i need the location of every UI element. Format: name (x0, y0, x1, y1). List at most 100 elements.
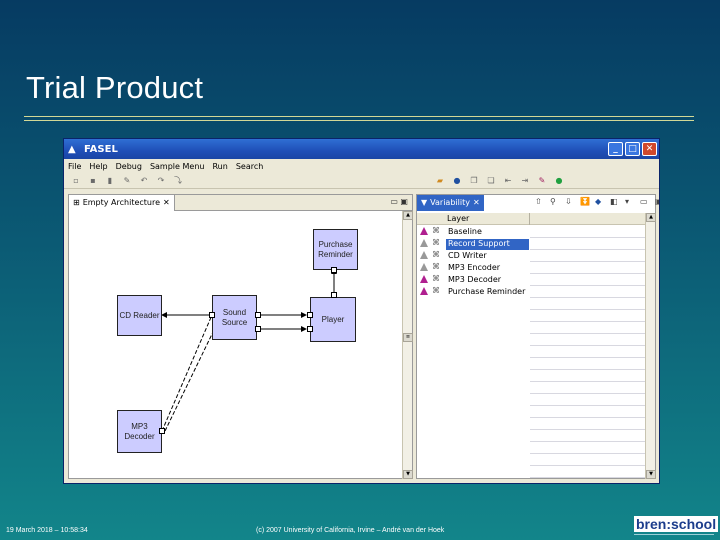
undo-icon[interactable]: ↶ (138, 175, 150, 186)
port-player-top[interactable] (331, 292, 337, 298)
scroll-down-icon[interactable]: ▼ (403, 470, 413, 479)
menu-help[interactable]: Help (89, 162, 107, 171)
forward-icon[interactable]: ⇥ (519, 175, 531, 186)
filter-icon[interactable]: ⚲ (550, 197, 562, 206)
bren-school-logo: bren:school (634, 514, 719, 538)
slide-title: Trial Product (26, 70, 204, 105)
view-icon[interactable]: ◧ (610, 197, 622, 206)
folder-icon[interactable]: ▰ (434, 175, 446, 186)
logo-wordmark: bren:school (634, 516, 719, 532)
node-player[interactable]: Player (310, 297, 356, 342)
pin-icon[interactable]: ✎ (536, 175, 548, 186)
fasel-window[interactable]: ▲ FASEL _ □ ✕ File Help Debug Sample Men… (63, 138, 660, 484)
close-button[interactable]: ✕ (642, 142, 657, 156)
copy-icon[interactable]: ❐ (468, 175, 480, 186)
scroll-down-icon[interactable]: ▼ (646, 470, 656, 479)
layer-empty-icon (420, 239, 428, 247)
link-decoder-sound-2[interactable] (164, 329, 215, 432)
layer-row-baseline[interactable]: ⌘ Baseline (417, 226, 647, 238)
layer-list: ⌘ Baseline ⌘ Record Support ⌘ CD Writer … (417, 226, 647, 298)
back-icon[interactable]: ⇤ (502, 175, 514, 186)
layer-toggle-icon[interactable]: ⌘ (432, 226, 440, 235)
up-icon[interactable]: ⇧ (535, 197, 547, 206)
window-titlebar[interactable]: ▲ FASEL _ □ ✕ (64, 139, 659, 159)
layer-row-mp3-encoder[interactable]: ⌘ MP3 Encoder (417, 262, 647, 274)
footer-timestamp: 19 March 2018 – 10:58:34 (6, 527, 88, 534)
node-mp3-decoder[interactable]: MP3 Decoder (117, 410, 162, 453)
port-sound-right-2[interactable] (255, 326, 261, 332)
layer-toggle-icon[interactable]: ⌘ (432, 262, 440, 271)
node-cd-reader[interactable]: CD Reader (117, 295, 162, 336)
redo-icon[interactable]: ↷ (155, 175, 167, 186)
scroll-up-icon[interactable]: ▲ (403, 211, 413, 220)
layer-filled-icon (420, 227, 428, 235)
layer-column-header[interactable]: Layer (447, 214, 469, 223)
port-player-left-2[interactable] (307, 326, 313, 332)
layer-row-mp3-decoder[interactable]: ⌘ MP3 Decoder (417, 274, 647, 286)
diagram-icon: ⊞ (73, 198, 80, 207)
layer-empty-icon (420, 263, 428, 271)
menubar: File Help Debug Sample Menu Run Search (64, 159, 659, 173)
port-player-left[interactable] (307, 312, 313, 318)
node-sound-source[interactable]: Sound Source (212, 295, 257, 340)
step-icon[interactable]: ⤵ (172, 175, 184, 186)
editor-scrollbar[interactable]: ▲ ≡ ▼ (402, 211, 413, 479)
min-icon[interactable]: ▭ (640, 197, 652, 206)
variability-toolbar: ⇧ ⚲ ⇩ ⏬ ◆ ◧ ▾ ▭ ▣ (535, 197, 659, 206)
layer-toggle-icon[interactable]: ⌘ (432, 274, 440, 283)
menu-search[interactable]: Search (236, 162, 263, 171)
add-icon[interactable]: ◆ (595, 197, 607, 206)
scroll-thumb[interactable]: ≡ (403, 333, 413, 342)
menu-run[interactable]: Run (212, 162, 227, 171)
down-icon[interactable]: ⇩ (565, 197, 577, 206)
layer-row-purchase-reminder[interactable]: ⌘ Purchase Reminder (417, 286, 647, 298)
port-sound-left[interactable] (209, 312, 215, 318)
menu-sample[interactable]: Sample Menu (150, 162, 205, 171)
layer-row-record-support[interactable]: ⌘ Record Support (417, 238, 647, 250)
footer-copyright: (c) 2007 University of California, Irvin… (256, 527, 445, 534)
architecture-editor[interactable]: ⊞ Empty Architecture ✕ ▭ ▣ Purchase Remi… (68, 194, 413, 479)
layer-toggle-icon[interactable]: ⌘ (432, 250, 440, 259)
tab-empty-architecture[interactable]: ⊞ Empty Architecture ✕ (69, 195, 175, 211)
new-icon[interactable]: ▫ (70, 175, 82, 186)
paste-icon[interactable]: ❏ (485, 175, 497, 186)
layer-table-header: Layer (417, 213, 647, 225)
variability-close-icon[interactable]: ✕ (473, 198, 480, 211)
port-sound-right[interactable] (255, 312, 261, 318)
minimize-button[interactable]: _ (608, 142, 623, 156)
tab-label: Empty Architecture (82, 198, 161, 207)
import-icon[interactable]: ⏬ (580, 197, 592, 206)
run-icon[interactable]: ● (553, 175, 565, 186)
max-icon[interactable]: ▣ (655, 197, 659, 206)
diagram-canvas[interactable]: Purchase Reminder CD Reader Sound Source… (69, 211, 404, 479)
tab-variability[interactable]: ▼ Variability ✕ (417, 195, 484, 211)
edit-icon[interactable]: ✎ (121, 175, 133, 186)
variability-icon: ▼ (421, 198, 428, 207)
maximize-button[interactable]: □ (625, 142, 640, 156)
tab-close-icon[interactable]: ✕ (163, 198, 170, 211)
app-icon: ▲ (68, 143, 76, 155)
layer-filled-icon (420, 275, 428, 283)
layer-toggle-icon[interactable]: ⌘ (432, 286, 440, 295)
layer-row-cd-writer[interactable]: ⌘ CD Writer (417, 250, 647, 262)
menu-icon[interactable]: ▾ (625, 197, 637, 206)
variability-panel[interactable]: ▼ Variability ✕ ⇧ ⚲ ⇩ ⏬ ◆ ◧ ▾ ▭ ▣ Layer … (416, 194, 659, 479)
save-icon[interactable]: ▪ (87, 175, 99, 186)
port-reminder-bottom[interactable] (331, 267, 337, 273)
variability-scrollbar[interactable]: ▲ ▼ (645, 213, 656, 479)
globe-icon[interactable]: ● (451, 175, 463, 186)
scroll-up-icon[interactable]: ▲ (646, 213, 656, 222)
variability-tab-label: Variability (430, 198, 470, 207)
layer-empty-icon (420, 251, 428, 259)
title-divider (24, 116, 694, 121)
column-divider[interactable] (529, 213, 530, 225)
layer-toggle-icon[interactable]: ⌘ (432, 238, 440, 247)
node-purchase-reminder[interactable]: Purchase Reminder (313, 229, 358, 270)
delete-icon[interactable]: ▮ (104, 175, 116, 186)
menu-file[interactable]: File (68, 162, 81, 171)
port-decoder-right[interactable] (159, 428, 165, 434)
menu-debug[interactable]: Debug (116, 162, 142, 171)
logo-underline (634, 534, 714, 538)
link-decoder-sound[interactable] (161, 314, 213, 432)
panel-controls[interactable]: ▭ ▣ (390, 197, 408, 206)
